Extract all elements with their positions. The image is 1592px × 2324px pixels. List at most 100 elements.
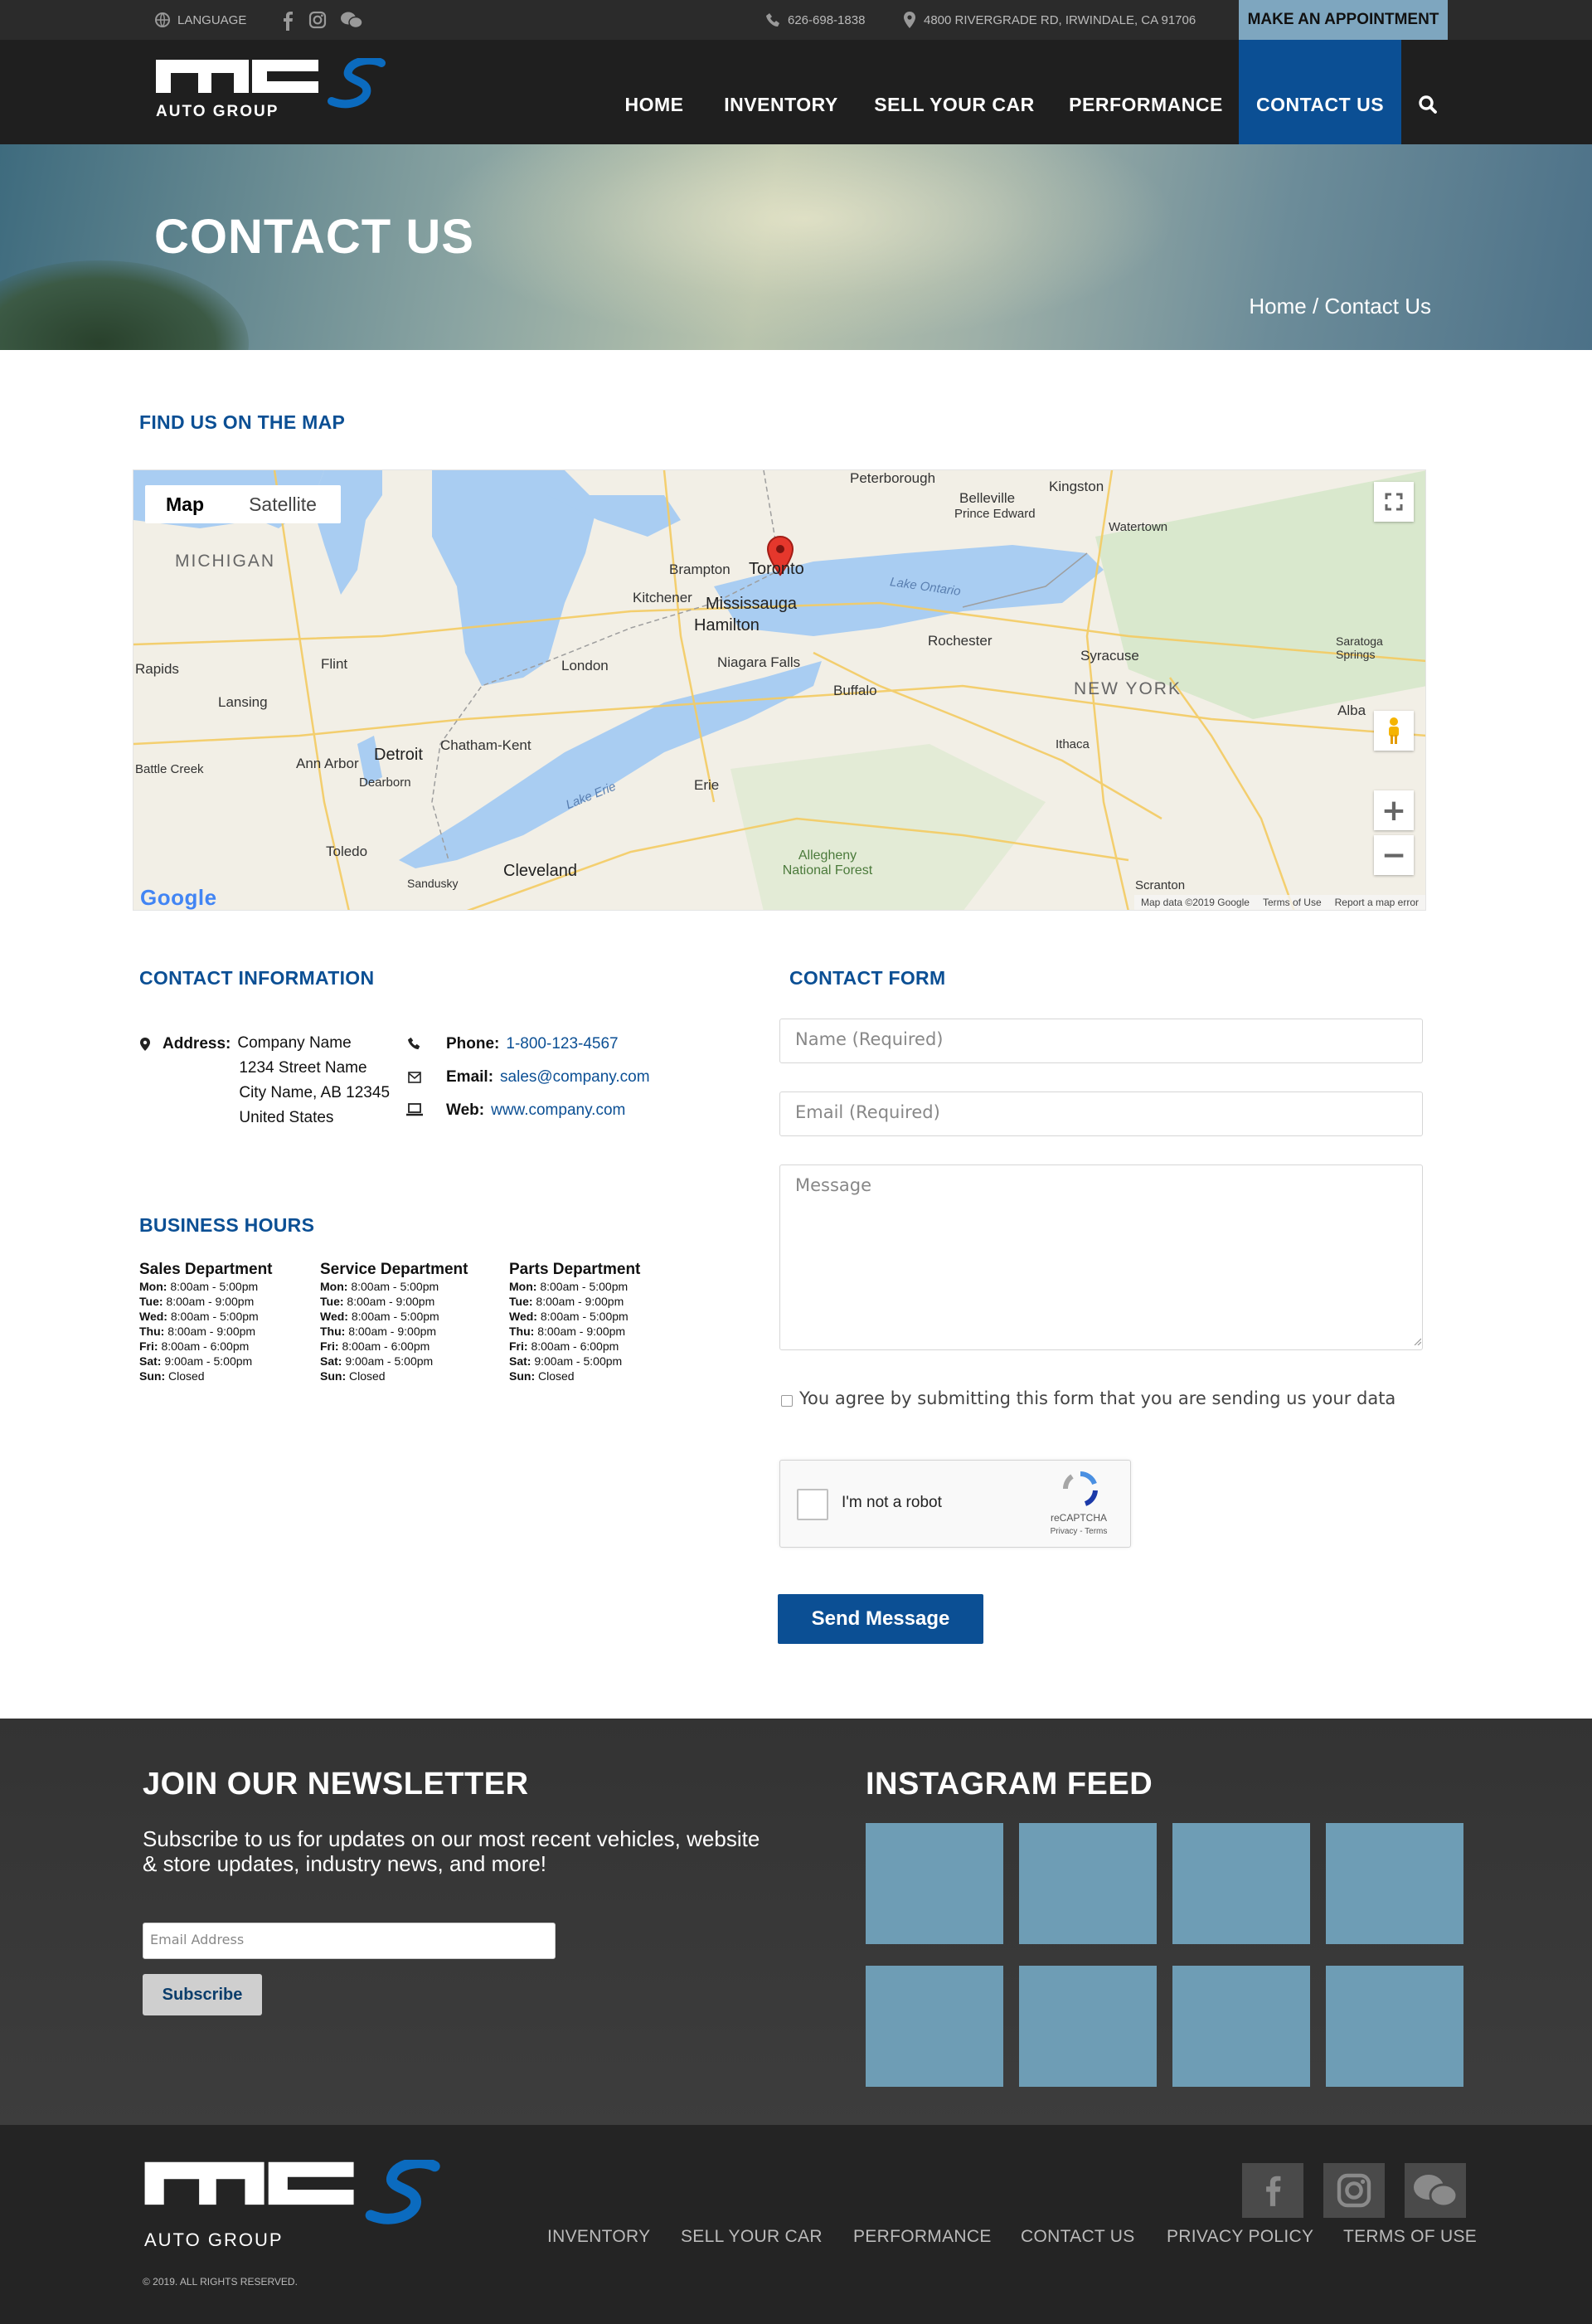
web-label: Web:	[446, 1101, 485, 1119]
newsletter-email-input[interactable]: Email Address	[143, 1923, 556, 1959]
nav-sell-your-car[interactable]: SELL YOUR CAR	[862, 40, 1046, 144]
laptop-icon	[406, 1103, 423, 1116]
map-label-kitchener: Kitchener	[633, 590, 692, 605]
hours-day: Wed:	[509, 1310, 537, 1323]
language-selector[interactable]: LANGUAGE	[154, 0, 246, 40]
street-view-pegman[interactable]	[1374, 711, 1414, 751]
resize-handle-icon[interactable]	[1413, 1337, 1421, 1345]
map-label-albany: Alba	[1337, 703, 1366, 718]
footer-link-terms-of-use[interactable]: TERMS OF USE	[1343, 2227, 1477, 2247]
consent-label[interactable]: You agree by submitting this form that y…	[799, 1388, 1395, 1408]
name-field[interactable]: Name (Required)	[779, 1019, 1423, 1063]
search-icon	[1419, 95, 1437, 114]
hours-day: Thu:	[509, 1325, 535, 1338]
instagram-tile[interactable]	[866, 1966, 1003, 2087]
footer-facebook-button[interactable]	[1242, 2163, 1303, 2218]
hours-column: Parts Department Mon: 8:00am - 5:00pm Tue:…	[509, 1261, 640, 1383]
hours-column: Service Department Mon: 8:00am - 5:00pm Tu…	[320, 1261, 468, 1383]
email-label: Email:	[446, 1068, 494, 1086]
footer-link-privacy-policy[interactable]: PRIVACY POLICY	[1167, 2227, 1313, 2247]
hours-row: Wed: 8:00am - 5:00pm	[320, 1309, 468, 1324]
subscribe-button[interactable]: Subscribe	[143, 1974, 262, 2015]
search-button[interactable]	[1418, 95, 1438, 118]
map-report-link[interactable]: Report a map error	[1335, 897, 1419, 908]
nav-performance[interactable]: PERFORMANCE	[1063, 40, 1229, 144]
hours-day: Sat:	[139, 1354, 162, 1368]
map-label-allegheny: Allegheny National Forest	[782, 848, 873, 878]
hours-day: Fri:	[509, 1339, 528, 1353]
web-link[interactable]: www.company.com	[491, 1101, 625, 1120]
send-message-button[interactable]: Send Message	[778, 1594, 983, 1644]
map-label-kingston: Kingston	[1049, 479, 1104, 494]
map-type-satellite[interactable]: Satellite	[225, 485, 341, 523]
hours-time: 8:00am - 9:00pm	[167, 1325, 256, 1338]
hours-row: Tue: 8:00am - 9:00pm	[139, 1294, 273, 1309]
instagram-tile[interactable]	[1019, 1966, 1157, 2087]
map-label-hamilton: Hamilton	[694, 616, 760, 634]
topbar-phone[interactable]: 626-698-1838	[766, 0, 865, 40]
zoom-out-button[interactable]: −	[1374, 835, 1414, 875]
hours-row: Wed: 8:00am - 5:00pm	[509, 1309, 640, 1324]
footer-link-sell-your-car[interactable]: SELL YOUR CAR	[681, 2227, 823, 2247]
nav-home[interactable]: HOME	[609, 40, 700, 144]
site-logo[interactable]: AUTO GROUP	[154, 56, 386, 124]
hours-time: 8:00am - 9:00pm	[347, 1295, 435, 1308]
contact-form-heading: CONTACT FORM	[789, 967, 946, 989]
recaptcha-widget[interactable]: I'm not a robot reCAPTCHA Privacy - Term…	[779, 1460, 1131, 1548]
hours-row: Thu: 8:00am - 9:00pm	[509, 1324, 640, 1339]
hours-day: Fri:	[139, 1339, 158, 1353]
message-field[interactable]: Message	[779, 1164, 1423, 1350]
nav-inventory[interactable]: INVENTORY	[715, 40, 847, 144]
hours-time: 9:00am - 5:00pm	[345, 1354, 434, 1368]
footer-logo[interactable]: AUTO GROUP	[143, 2157, 441, 2251]
footer-link-inventory[interactable]: INVENTORY	[547, 2227, 650, 2247]
hours-day: Mon:	[509, 1280, 537, 1293]
language-label: LANGUAGE	[177, 12, 247, 27]
instagram-tile[interactable]	[1172, 1823, 1310, 1944]
address-block: Address: Company Name 1234 Street Name C…	[163, 1034, 390, 1130]
breadcrumb[interactable]: Home / Contact Us	[1249, 294, 1431, 319]
zoom-in-button[interactable]: +	[1374, 790, 1414, 830]
fullscreen-button[interactable]	[1374, 482, 1414, 522]
hours-time: 8:00am - 6:00pm	[342, 1339, 430, 1353]
map-label-dearborn: Dearborn	[359, 775, 411, 790]
email-link[interactable]: sales@company.com	[500, 1068, 650, 1087]
footer-link-performance[interactable]: PERFORMANCE	[853, 2227, 992, 2247]
recaptcha-links[interactable]: Privacy - Terms	[1029, 1527, 1128, 1536]
recaptcha-checkbox[interactable]	[797, 1489, 828, 1520]
fullscreen-icon	[1385, 493, 1403, 511]
hours-day: Sun:	[509, 1369, 536, 1383]
map-label-london: London	[561, 658, 609, 673]
hours-time: 8:00am - 5:00pm	[351, 1280, 439, 1293]
consent-checkbox[interactable]	[781, 1395, 793, 1407]
map-type-map[interactable]: Map	[145, 485, 225, 523]
footer-link-contact-us[interactable]: CONTACT US	[1021, 2227, 1135, 2247]
hours-time: 8:00am - 5:00pm	[540, 1310, 629, 1323]
google-map[interactable]: Map Satellite + − MICHIGAN NEW YORK Toro…	[133, 469, 1426, 911]
instagram-tile[interactable]	[1019, 1823, 1157, 1944]
map-label-scranton: Scranton	[1135, 878, 1186, 892]
map-heading: FIND US ON THE MAP	[139, 411, 346, 433]
hours-time: 8:00am - 5:00pm	[351, 1310, 439, 1323]
email-row: Email: sales@company.com	[446, 1068, 650, 1087]
pegman-icon	[1389, 717, 1399, 744]
phone-label: Phone:	[446, 1035, 500, 1053]
instagram-tile[interactable]	[1326, 1823, 1463, 1944]
wechat-icon[interactable]	[340, 11, 363, 29]
map-pin-icon	[904, 12, 915, 28]
hours-row: Thu: 8:00am - 9:00pm	[139, 1324, 273, 1339]
instagram-icon[interactable]	[308, 11, 327, 29]
facebook-icon[interactable]	[282, 11, 294, 31]
instagram-tile[interactable]	[1326, 1966, 1463, 2087]
instagram-tile[interactable]	[1172, 1966, 1310, 2087]
map-label-peterborough: Peterborough	[850, 470, 936, 486]
nav-contact-us[interactable]: CONTACT US	[1239, 40, 1401, 144]
email-field[interactable]: Email (Required)	[779, 1092, 1423, 1136]
instagram-tile[interactable]	[866, 1823, 1003, 1944]
map-terms-link[interactable]: Terms of Use	[1263, 897, 1322, 908]
make-appointment-button[interactable]: MAKE AN APPOINTMENT	[1239, 0, 1448, 40]
phone-link[interactable]: 1-800-123-4567	[506, 1035, 618, 1053]
footer-wechat-button[interactable]	[1405, 2163, 1466, 2218]
footer-instagram-button[interactable]	[1323, 2163, 1385, 2218]
hours-day: Sat:	[320, 1354, 342, 1368]
